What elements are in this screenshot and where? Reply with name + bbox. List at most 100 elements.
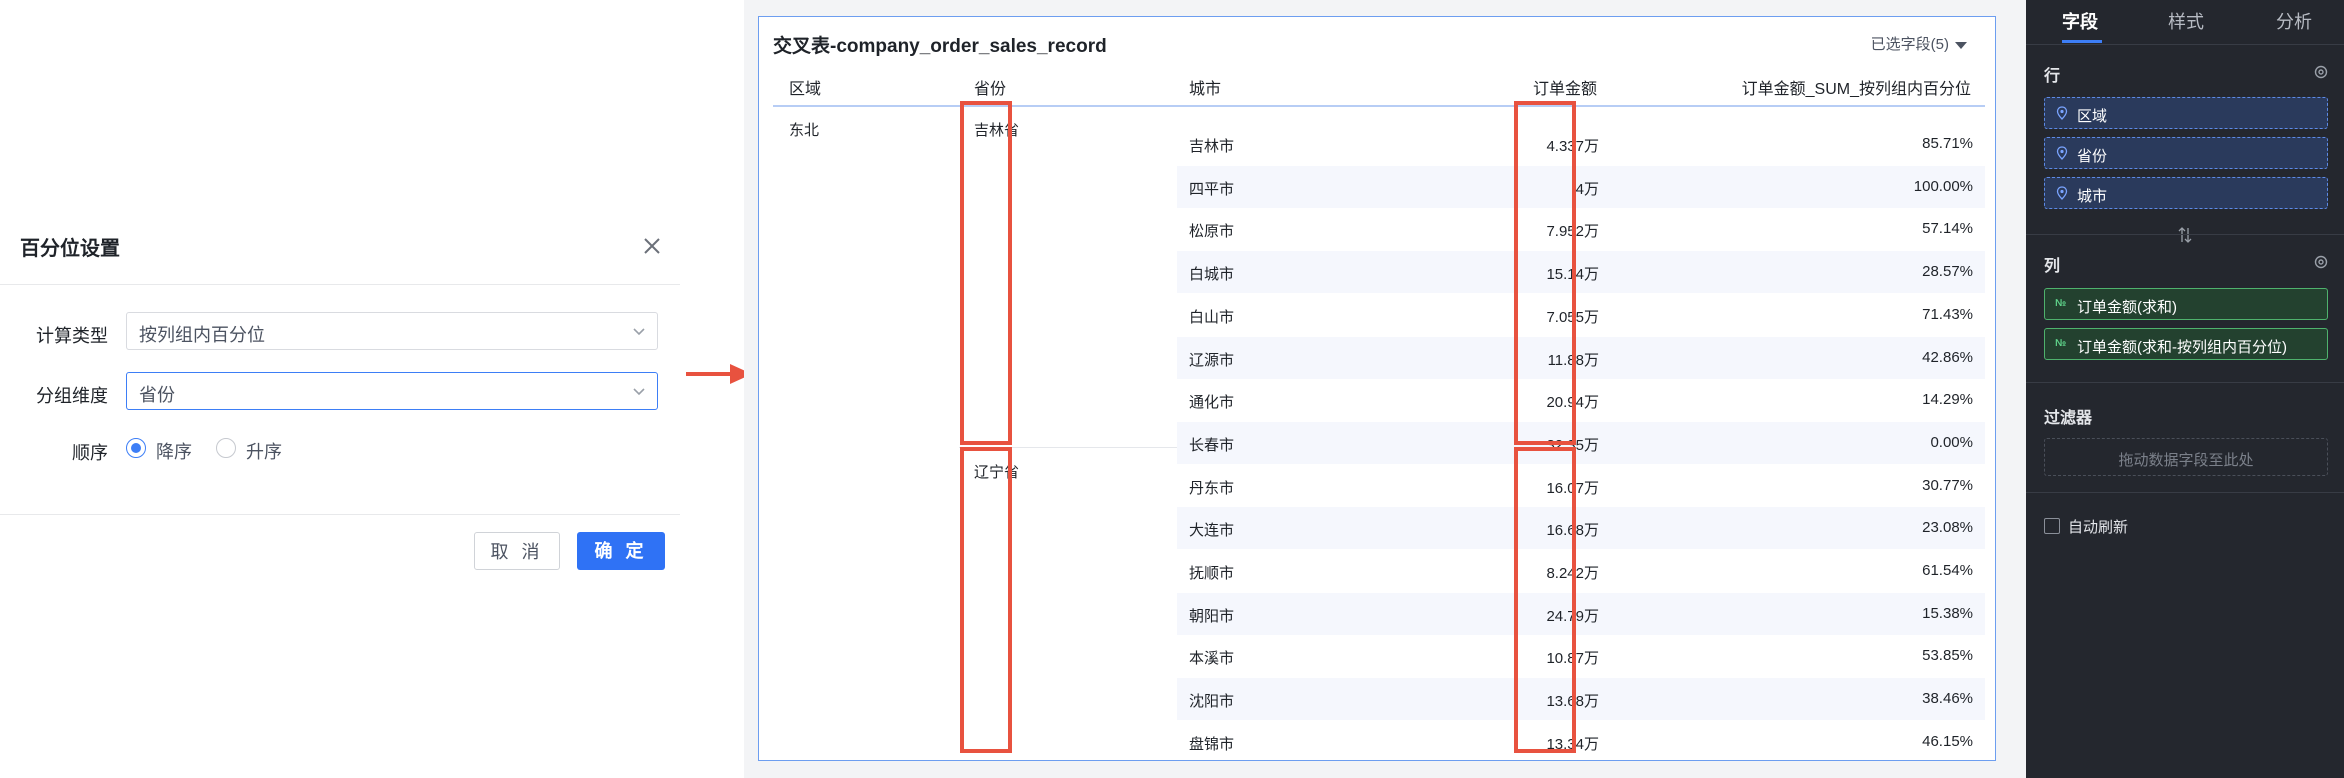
row-field-pill[interactable]: 省份 bbox=[2044, 137, 2328, 169]
calc-type-label: 计算类型 bbox=[36, 326, 108, 346]
city-cell: 朝阳市 bbox=[1189, 607, 1235, 625]
cross-table-card: 交叉表-company_order_sales_record 已选字段(5) 区… bbox=[758, 16, 1996, 761]
city-cell: 吉林市 bbox=[1189, 138, 1235, 155]
column-header-region: 区域 bbox=[789, 81, 822, 98]
row-field-pill[interactable]: 区域 bbox=[2044, 97, 2328, 129]
measure-number-icon: № bbox=[2055, 298, 2067, 309]
table-row: 松原市 7.952万 57.14% bbox=[1177, 208, 1985, 250]
city-cell: 沈阳市 bbox=[1189, 693, 1235, 711]
column-field-pill[interactable]: № 订单金额(求和-按列组内百分位) bbox=[2044, 328, 2328, 360]
table-title: 交叉表-company_order_sales_record bbox=[773, 36, 1107, 57]
city-cell: 抚顺市 bbox=[1189, 565, 1235, 582]
percentile-cell: 71.43% bbox=[1922, 305, 1973, 323]
tab-fields[interactable]: 字段 bbox=[2062, 8, 2098, 34]
table-row: 盘锦市 13.34万 46.15% bbox=[1177, 721, 1985, 763]
city-cell: 通化市 bbox=[1189, 394, 1235, 412]
table-row: 大连市 16.68万 23.08% bbox=[1177, 507, 1985, 550]
column-header-percentile: 订单金额_SUM_按列组内百分位 bbox=[1741, 81, 1971, 98]
table-row: 通化市 20.94万 14.29% bbox=[1177, 379, 1985, 421]
city-cell: 白山市 bbox=[1189, 308, 1235, 326]
selected-fields-dropdown[interactable]: 已选字段(5) bbox=[1871, 33, 1967, 54]
order-label: 顺序 bbox=[72, 443, 108, 463]
gear-icon[interactable] bbox=[2312, 63, 2330, 81]
location-pin-icon bbox=[2056, 146, 2068, 160]
tab-style[interactable]: 样式 bbox=[2168, 8, 2204, 34]
column-field-pill[interactable]: № 订单金额(求和) bbox=[2044, 288, 2328, 320]
auto-refresh-checkbox[interactable] bbox=[2044, 518, 2060, 534]
rows-section-label: 行 bbox=[2044, 68, 2061, 85]
group-dim-label: 分组维度 bbox=[36, 386, 108, 406]
group-dim-select[interactable]: 省份 bbox=[126, 372, 658, 410]
row-field-label: 省份 bbox=[2077, 148, 2108, 165]
gear-icon[interactable] bbox=[2312, 253, 2330, 271]
table-row: 本溪市 10.87万 53.85% bbox=[1177, 635, 1985, 677]
highlight-box-percentile-liaoning bbox=[1514, 447, 1576, 753]
percentile-cell: 15.38% bbox=[1922, 604, 1973, 622]
city-cell: 丹东市 bbox=[1189, 479, 1235, 497]
row-field-label: 城市 bbox=[2077, 188, 2108, 205]
calc-type-select[interactable]: 按列组内百分位 bbox=[126, 312, 658, 350]
row-field-pill[interactable]: 城市 bbox=[2044, 177, 2328, 209]
config-panel: 字段 样式 分析 行 区域 省份 城市 列 № 订单金额(求和) № 订单金额(… bbox=[2026, 0, 2344, 778]
swap-icon[interactable] bbox=[2178, 226, 2192, 244]
highlight-box-percentile-jilin bbox=[1514, 101, 1576, 445]
table-row: 四平市 4万 100.00% bbox=[1177, 165, 1985, 208]
percentile-cell: 28.57% bbox=[1922, 263, 1973, 281]
row-field-label: 区域 bbox=[2077, 108, 2108, 125]
selected-fields-label: 已选字段(5) bbox=[1870, 36, 1949, 53]
table-row: 朝阳市 24.79万 15.38% bbox=[1177, 592, 1985, 635]
table-row: 抚顺市 8.242万 61.54% bbox=[1177, 550, 1985, 592]
column-header-amount: 订单金额 bbox=[1532, 81, 1597, 98]
filter-placeholder: 拖动数据字段至此处 bbox=[2118, 452, 2254, 469]
region-cell: 东北 bbox=[789, 122, 820, 139]
amount-cell: 4万 bbox=[1575, 180, 1599, 198]
dialog-header-divider bbox=[0, 284, 680, 285]
filter-dropzone[interactable]: 拖动数据字段至此处 bbox=[2044, 438, 2328, 476]
auto-refresh-label[interactable]: 自动刷新 bbox=[2068, 516, 2128, 537]
percentile-cell: 46.15% bbox=[1922, 732, 1973, 750]
city-cell: 松原市 bbox=[1189, 223, 1235, 241]
city-cell: 本溪市 bbox=[1189, 650, 1235, 668]
filter-section-label: 过滤器 bbox=[2044, 410, 2093, 427]
ok-button[interactable]: 确 定 bbox=[577, 532, 665, 570]
highlight-box-province-liaoning bbox=[960, 447, 1012, 753]
percentile-cell: 61.54% bbox=[1922, 562, 1973, 579]
percentile-cell: 42.86% bbox=[1922, 348, 1973, 366]
chevron-down-icon bbox=[633, 328, 645, 336]
group-dim-value: 省份 bbox=[139, 385, 175, 405]
column-field-label: 订单金额(求和) bbox=[2077, 299, 2177, 316]
columns-section-label: 列 bbox=[2044, 258, 2061, 275]
order-desc-label[interactable]: 降序 bbox=[156, 438, 192, 464]
tab-analysis[interactable]: 分析 bbox=[2276, 8, 2312, 34]
highlight-box-province-jilin bbox=[960, 101, 1012, 445]
order-asc-radio[interactable] bbox=[216, 438, 236, 458]
table-row: 白山市 7.055万 71.43% bbox=[1177, 294, 1985, 336]
section-divider bbox=[2026, 234, 2344, 235]
order-asc-label[interactable]: 升序 bbox=[246, 438, 282, 464]
group-dim-row: 分组维度 省份 bbox=[0, 372, 680, 412]
order-row: 顺序 降序 升序 bbox=[0, 430, 680, 470]
location-pin-icon bbox=[2056, 106, 2068, 120]
right-arrow-icon bbox=[686, 364, 752, 384]
table-row: 沈阳市 13.68万 38.46% bbox=[1177, 678, 1985, 721]
table-row: 长春市 32.35万 0.00% bbox=[1177, 421, 1985, 464]
header-divider bbox=[773, 105, 1985, 107]
city-cell: 大连市 bbox=[1189, 522, 1235, 540]
section-divider bbox=[2026, 382, 2344, 383]
section-divider bbox=[2026, 492, 2344, 493]
chevron-down-icon bbox=[633, 388, 645, 396]
table-row: 辽源市 11.88万 42.86% bbox=[1177, 336, 1985, 379]
calc-type-value: 按列组内百分位 bbox=[139, 325, 265, 345]
percentile-settings-dialog: 百分位设置 计算类型 按列组内百分位 分组维度 省份 顺序 降序 升序 取 消 … bbox=[0, 212, 680, 592]
city-cell: 盘锦市 bbox=[1189, 735, 1235, 753]
close-icon[interactable] bbox=[640, 234, 664, 258]
percentile-cell: 100.00% bbox=[1913, 177, 1973, 195]
order-desc-radio[interactable] bbox=[126, 438, 146, 458]
cancel-button[interactable]: 取 消 bbox=[474, 532, 560, 570]
table-row: 吉林市 4.337万 85.71% bbox=[1177, 123, 1985, 165]
table-row: 白城市 15.14万 28.57% bbox=[1177, 251, 1985, 294]
location-pin-icon bbox=[2056, 186, 2068, 200]
column-header-province: 省份 bbox=[974, 81, 1007, 98]
percentile-cell: 57.14% bbox=[1922, 220, 1973, 238]
city-cell: 白城市 bbox=[1189, 266, 1235, 284]
